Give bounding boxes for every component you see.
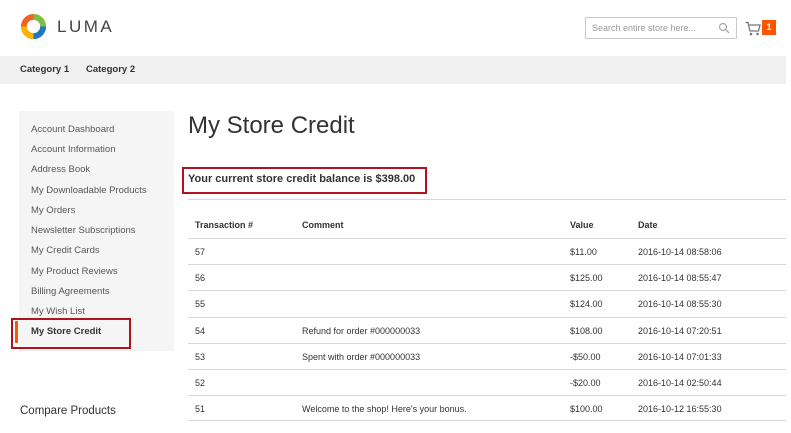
table-row: 56 $125.00 2016-10-14 08:55:47	[188, 264, 786, 290]
sidebar-item-product-reviews[interactable]: My Product Reviews	[31, 266, 118, 277]
sidebar-item-my-orders[interactable]: My Orders	[31, 205, 75, 216]
divider	[188, 199, 786, 200]
transaction-date: 2016-10-14 07:01:33	[638, 352, 722, 362]
account-sidebar: Account Dashboard Account Information Ad…	[19, 111, 174, 351]
transaction-number: 55	[195, 299, 206, 309]
transaction-date: 2016-10-14 08:55:47	[638, 273, 722, 283]
transaction-comment: Welcome to the shop! Here's your bonus.	[302, 404, 467, 414]
page-header: LUMA 1	[0, 0, 791, 56]
current-item-indicator	[15, 321, 18, 343]
transaction-value: -$20.00	[570, 378, 601, 388]
table-row: 53 Spent with order #000000033 -$50.00 2…	[188, 343, 786, 369]
store-credit-balance: Your current store credit balance is $39…	[188, 173, 415, 185]
cart-count-badge[interactable]: 1	[762, 20, 776, 35]
nav-item-category-1[interactable]: Category 1	[20, 64, 69, 75]
transaction-date: 2016-10-12 16:55:30	[638, 404, 722, 414]
search-box[interactable]	[585, 17, 737, 39]
table-row: 55 $124.00 2016-10-14 08:55:30	[188, 290, 786, 316]
compare-products-title: Compare Products	[20, 405, 116, 417]
transaction-number: 52	[195, 378, 206, 388]
sidebar-item-store-credit[interactable]: My Store Credit	[31, 326, 101, 337]
transaction-date: 2016-10-14 07:20:51	[638, 326, 722, 336]
sidebar-item-newsletter-subscriptions[interactable]: Newsletter Subscriptions	[31, 225, 136, 236]
search-icon[interactable]	[718, 22, 730, 34]
transaction-number: 56	[195, 273, 206, 283]
sidebar-item-wish-list[interactable]: My Wish List	[31, 306, 85, 317]
column-header-date: Date	[638, 220, 658, 230]
transaction-value: $11.00	[570, 247, 597, 257]
transaction-comment: Refund for order #000000033	[302, 326, 421, 336]
table-row: 51 Welcome to the shop! Here's your bonu…	[188, 395, 786, 421]
transaction-date: 2016-10-14 08:55:30	[638, 299, 722, 309]
search-input[interactable]	[586, 18, 716, 38]
shopping-cart-icon[interactable]	[745, 21, 761, 36]
sidebar-item-account-dashboard[interactable]: Account Dashboard	[31, 124, 114, 135]
transaction-number: 54	[195, 326, 206, 336]
luma-logo-icon	[20, 13, 47, 40]
column-header-value: Value	[570, 220, 594, 230]
mini-cart[interactable]: 1	[745, 19, 777, 39]
sidebar-item-credit-cards[interactable]: My Credit Cards	[31, 245, 100, 256]
sidebar-item-account-information[interactable]: Account Information	[31, 144, 116, 155]
transaction-number: 57	[195, 247, 206, 257]
table-row: 54 Refund for order #000000033 $108.00 2…	[188, 317, 786, 343]
sidebar-item-address-book[interactable]: Address Book	[31, 164, 90, 175]
column-header-comment: Comment	[302, 220, 344, 230]
column-header-transaction: Transaction #	[195, 220, 254, 230]
nav-item-category-2[interactable]: Category 2	[86, 64, 135, 75]
balance-label: Your current store credit balance is	[188, 173, 376, 185]
table-row: 57 $11.00 2016-10-14 08:58:06	[188, 238, 786, 264]
sidebar-item-downloadable-products[interactable]: My Downloadable Products	[31, 185, 147, 196]
sidebar-item-billing-agreements[interactable]: Billing Agreements	[31, 286, 110, 297]
transaction-value: $125.00	[570, 273, 603, 283]
balance-amount: $398.00	[375, 173, 416, 185]
transaction-number: 51	[195, 404, 206, 414]
transaction-comment: Spent with order #000000033	[302, 352, 421, 362]
luma-logo[interactable]: LUMA	[20, 13, 114, 40]
page-title: My Store Credit	[188, 112, 355, 139]
transaction-date: 2016-10-14 02:50:44	[638, 378, 722, 388]
transaction-value: $100.00	[570, 404, 603, 414]
transaction-value: $108.00	[570, 326, 603, 336]
category-nav: Category 1 Category 2	[0, 56, 786, 84]
logo-text: LUMA	[57, 16, 115, 36]
transaction-date: 2016-10-14 08:58:06	[638, 247, 722, 257]
transaction-value: $124.00	[570, 299, 603, 309]
transaction-number: 53	[195, 352, 206, 362]
transaction-value: -$50.00	[570, 352, 601, 362]
table-row: 52 -$20.00 2016-10-14 02:50:44	[188, 369, 786, 395]
